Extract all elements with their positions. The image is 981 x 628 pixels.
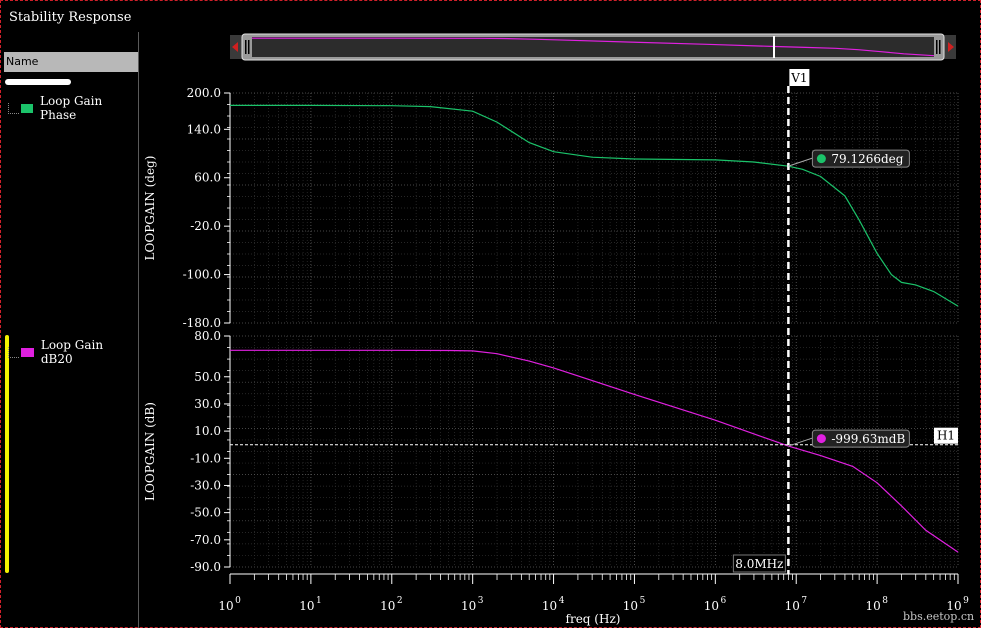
y-tick-label: -90.0 bbox=[190, 560, 221, 574]
x-tick-label: 10 bbox=[785, 599, 800, 613]
x-tick-label: 10 bbox=[461, 599, 476, 613]
marker-dot-icon bbox=[816, 154, 826, 164]
watermark: bbs.eetop.cn bbox=[903, 610, 975, 623]
x-tick-label: 10 bbox=[380, 599, 395, 613]
cursor-h1-label: H1 bbox=[937, 429, 955, 443]
x-tick-exponent: 4 bbox=[559, 596, 565, 606]
x-tick-exponent: 7 bbox=[801, 596, 807, 606]
y-tick-label: -100.0 bbox=[183, 268, 221, 282]
x-tick-exponent: 8 bbox=[882, 596, 888, 606]
y-tick-label: 10.0 bbox=[194, 424, 221, 438]
phase-subplot[interactable]: 200.0 140.0 60.0 -20.0 -100.0 -180.0 LOOPGAIN … bbox=[143, 86, 959, 330]
x-tick-label: 10 bbox=[299, 599, 314, 613]
gain-subplot[interactable]: 80.0 50.0 30.0 10.0 -10.0 -30.0 -50.0 -70.0 -90.… bbox=[143, 329, 959, 574]
x-tick-exponent: 1 bbox=[316, 596, 322, 606]
marker-value-label: -999.63mdB bbox=[831, 432, 905, 446]
x-tick-label: 10 bbox=[865, 599, 880, 613]
y-tick-label: -10.0 bbox=[190, 451, 221, 465]
x-tick-label: 10 bbox=[623, 599, 638, 613]
y-axis-label: LOOPGAIN (dB) bbox=[143, 402, 157, 501]
y-tick-label: -50.0 bbox=[190, 506, 221, 520]
x-tick-exponent: 6 bbox=[720, 596, 726, 606]
y-tick-label: 50.0 bbox=[194, 370, 221, 384]
series-line-phase[interactable] bbox=[230, 104, 959, 307]
y-tick-label: 140.0 bbox=[187, 122, 221, 136]
y-tick-label: -30.0 bbox=[190, 478, 221, 492]
y-tick-label: 30.0 bbox=[194, 397, 221, 411]
x-tick-exponent: 0 bbox=[235, 596, 241, 606]
x-axis-label: freq (Hz) bbox=[566, 612, 621, 626]
x-tick-label: 10 bbox=[704, 599, 719, 613]
marker-value-label: 79.1266deg bbox=[831, 152, 903, 166]
y-tick-label: -70.0 bbox=[190, 533, 221, 547]
frequency-axis: 10 0 10 1 10 2 10 3 10 4 10 5 10 6 10 7 10 8 10 9freq (Hz) bbox=[218, 573, 969, 626]
y-tick-label: -20.0 bbox=[190, 219, 221, 233]
x-tick-exponent: 3 bbox=[478, 596, 484, 606]
marker-dot-icon bbox=[816, 434, 826, 444]
cursor-layer[interactable]: V1 8.0MHz H1 79.1266deg -999.63mdB bbox=[230, 69, 958, 574]
y-axis-label: LOOPGAIN (deg) bbox=[143, 156, 157, 261]
y-tick-label: -180.0 bbox=[183, 316, 221, 330]
x-tick-exponent: 5 bbox=[640, 596, 646, 606]
y-tick-label: 200.0 bbox=[187, 86, 221, 100]
x-tick-label: 10 bbox=[542, 599, 557, 613]
cursor-v1-label: V1 bbox=[790, 71, 807, 85]
stability-plot[interactable]: 200.0 140.0 60.0 -20.0 -100.0 -180.0 LOOPGAIN … bbox=[0, 0, 981, 628]
x-tick-label: 10 bbox=[218, 599, 233, 613]
y-tick-label: 80.0 bbox=[194, 329, 221, 343]
y-tick-label: 60.0 bbox=[194, 171, 221, 185]
x-tick-exponent: 9 bbox=[963, 596, 969, 606]
cursor-v1-freq-label: 8.0MHz bbox=[735, 557, 783, 571]
x-tick-exponent: 2 bbox=[397, 596, 403, 606]
